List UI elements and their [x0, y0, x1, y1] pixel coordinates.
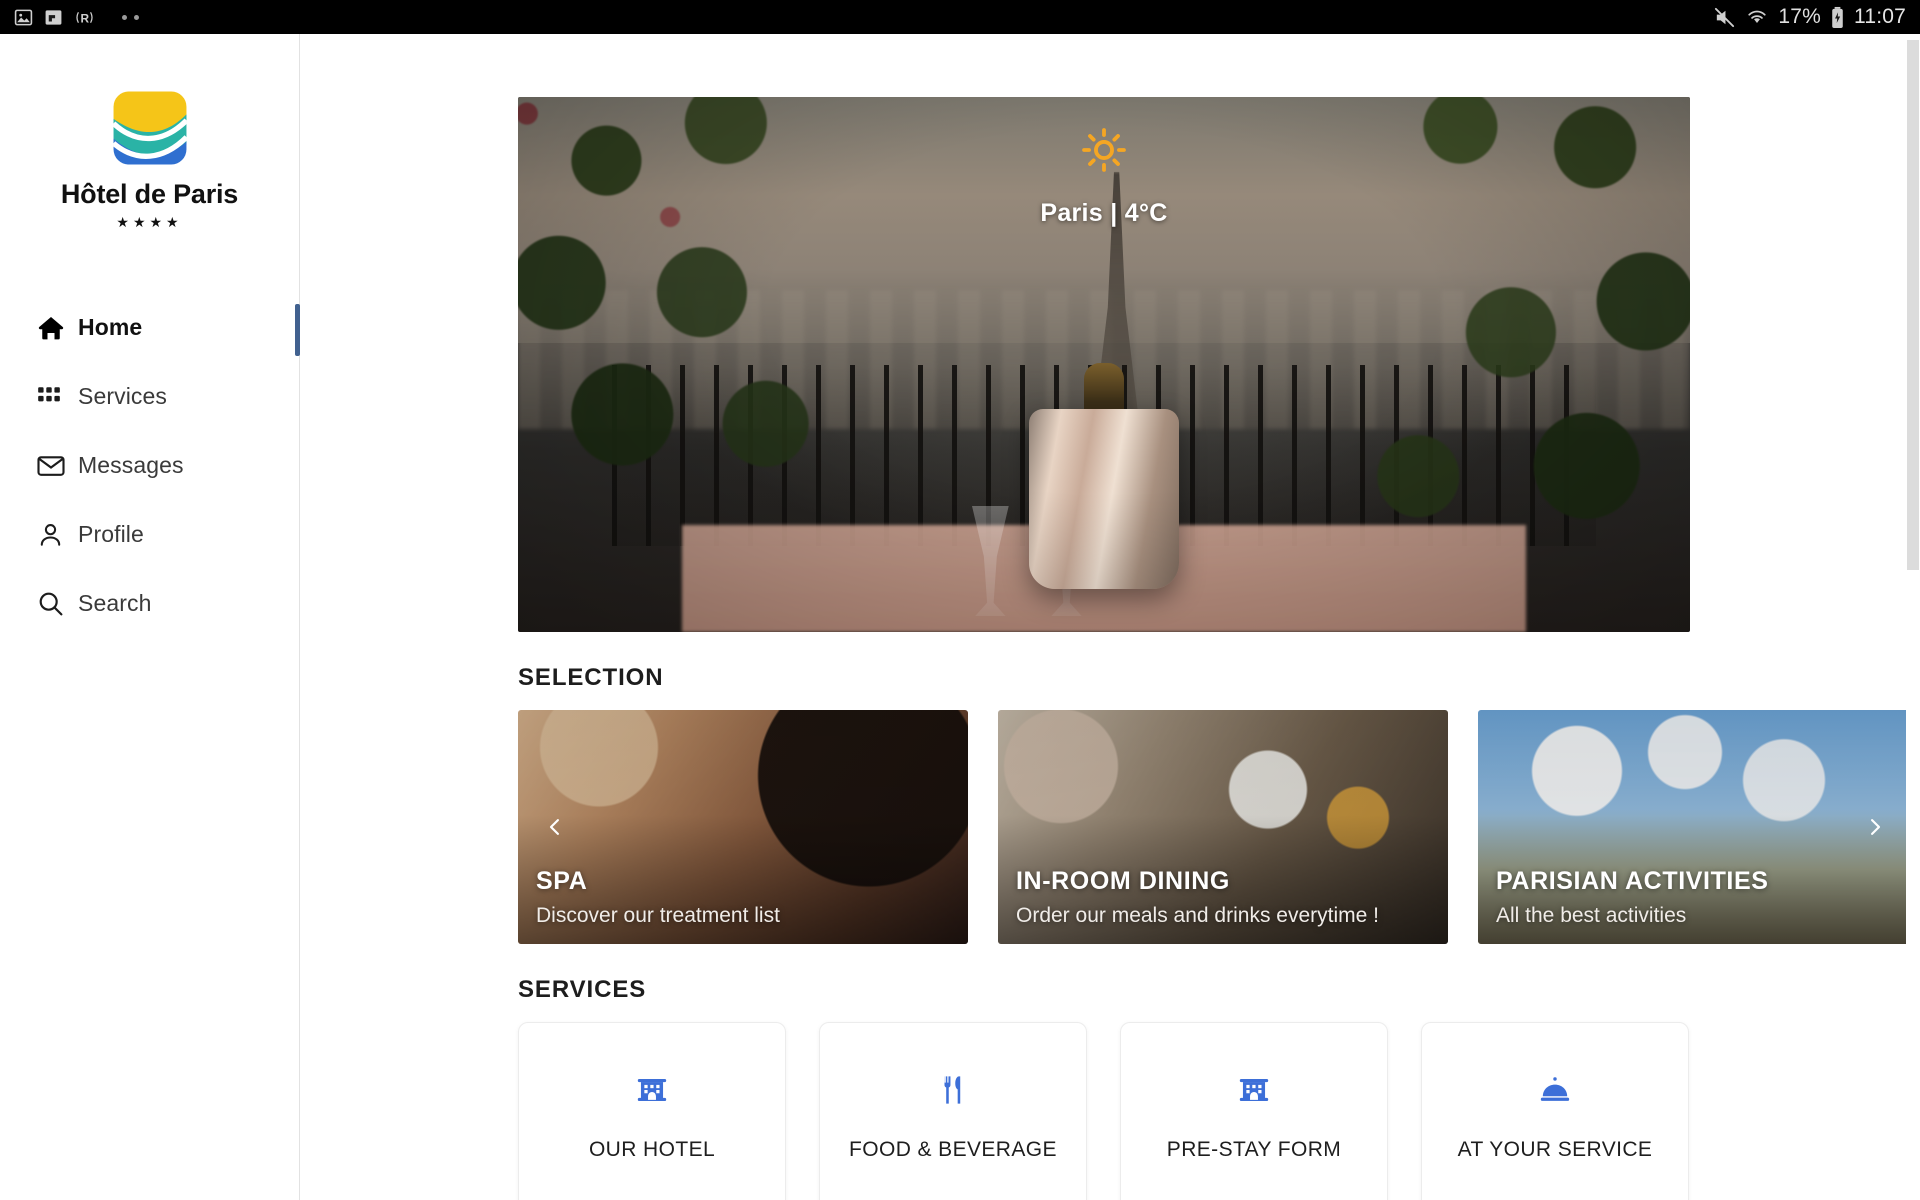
- chevron-left-icon[interactable]: [538, 810, 572, 844]
- sidebar-item-label: Profile: [78, 521, 144, 547]
- card-text-block: IN-ROOM DINING Order our meals and drink…: [1016, 867, 1430, 928]
- card-text-block: SPA Discover our treatment list: [536, 867, 950, 928]
- sidebar-item-label: Messages: [78, 452, 184, 478]
- service-card-pre-stay-form[interactable]: PRE-STAY FORM: [1120, 1022, 1388, 1200]
- service-card-label: OUR HOTEL: [588, 1137, 716, 1161]
- brand-block: Hôtel de Paris ★★★★: [0, 34, 299, 231]
- selection-card-parisian-activities[interactable]: PARISIAN ACTIVITIES All the best activit…: [1478, 710, 1920, 944]
- selection-card-subtitle: Discover our treatment list: [536, 904, 780, 927]
- vertical-scrollbar-track[interactable]: [1906, 34, 1920, 1200]
- grid-icon: [36, 384, 78, 410]
- vibrate-ringer-icon: R: [74, 8, 95, 27]
- content-scroll-area: Paris | 4°C SELECTION SPA Discover our t…: [300, 34, 1920, 1200]
- sidebar-item-home[interactable]: Home: [0, 293, 300, 362]
- hero-weather-overlay: Paris | 4°C: [518, 127, 1690, 228]
- service-card-label: AT YOUR SERVICE: [1457, 1137, 1653, 1161]
- status-overflow-dots: [122, 14, 139, 20]
- main-content: Paris | 4°C SELECTION SPA Discover our t…: [300, 34, 1920, 1200]
- service-card-label: FOOD & BEVERAGE: [849, 1137, 1057, 1161]
- image-icon: [14, 8, 33, 27]
- sidebar-item-profile[interactable]: Profile: [0, 500, 299, 569]
- selection-card-title: PARISIAN ACTIVITIES: [1496, 867, 1769, 895]
- service-card-food-beverage[interactable]: FOOD & BEVERAGE: [819, 1022, 1087, 1200]
- sun-icon: [1082, 128, 1126, 172]
- selection-section-title: SELECTION: [518, 664, 664, 691]
- service-card-at-your-service[interactable]: AT YOUR SERVICE: [1421, 1022, 1689, 1200]
- home-icon: [36, 313, 78, 343]
- selection-carousel: SPA Discover our treatment list IN-ROOM …: [518, 710, 1920, 944]
- brand-name-label: Hôtel de Paris: [60, 179, 239, 209]
- hotel-logo-icon: [113, 91, 186, 165]
- svg-text:R: R: [81, 11, 90, 25]
- status-bar-right-cluster: 17% 11:07: [1713, 5, 1906, 29]
- sidebar-item-messages[interactable]: Messages: [0, 431, 299, 500]
- weather-label: Paris | 4°C: [1040, 199, 1168, 227]
- selection-card-title: IN-ROOM DINING: [1016, 867, 1230, 895]
- service-bell-icon: [1538, 1073, 1572, 1112]
- selection-card-spa[interactable]: SPA Discover our treatment list: [518, 710, 968, 944]
- sidebar-item-services[interactable]: Services: [0, 362, 299, 431]
- brand-star-rating: ★★★★: [116, 214, 183, 230]
- services-grid: OUR HOTEL FOOD & BEVERAGE PRE-STAY FORM …: [518, 1022, 1920, 1200]
- envelope-icon: [36, 451, 78, 481]
- vertical-scrollbar-thumb[interactable]: [1907, 40, 1919, 570]
- android-status-bar: R 17% 11:07: [0, 0, 1920, 34]
- selection-card-subtitle: All the best activities: [1496, 904, 1687, 927]
- selection-card-subtitle: Order our meals and drinks everytime !: [1016, 904, 1379, 927]
- battery-percent-label: 17%: [1778, 5, 1821, 28]
- hotel-building-icon: [635, 1073, 669, 1112]
- service-card-label: PRE-STAY FORM: [1166, 1137, 1342, 1161]
- clock-label: 11:07: [1854, 5, 1906, 28]
- status-bar-left-icons: R: [14, 8, 139, 27]
- fork-knife-icon: [936, 1073, 970, 1112]
- selection-card-in-room-dining[interactable]: IN-ROOM DINING Order our meals and drink…: [998, 710, 1448, 944]
- card-text-block: PARISIAN ACTIVITIES All the best activit…: [1496, 867, 1910, 928]
- sidebar-item-label: Home: [78, 314, 143, 340]
- service-card-our-hotel[interactable]: OUR HOTEL: [518, 1022, 786, 1200]
- mute-icon: [1713, 6, 1736, 29]
- sidebar-item-label: Services: [78, 383, 167, 409]
- search-icon: [36, 589, 78, 618]
- services-section-title: SERVICES: [518, 976, 647, 1003]
- selection-card-title: SPA: [536, 867, 588, 895]
- sidebar-item-search[interactable]: Search: [0, 569, 299, 638]
- hero-banner[interactable]: Paris | 4°C: [518, 97, 1690, 632]
- battery-charging-icon: [1830, 6, 1845, 29]
- sidebar-nav: Home Services Messages Profile Search: [0, 293, 300, 638]
- user-icon: [36, 520, 78, 549]
- app-window: Hôtel de Paris ★★★★ Home Services Messag…: [0, 34, 1920, 1200]
- hotel-building-icon: [1237, 1073, 1271, 1112]
- sidebar-item-label: Search: [78, 590, 152, 616]
- sidebar: Hôtel de Paris ★★★★ Home Services Messag…: [0, 34, 300, 1200]
- chevron-right-icon[interactable]: [1858, 810, 1892, 844]
- screenshot-icon: [44, 8, 63, 27]
- wifi-icon: [1745, 6, 1769, 28]
